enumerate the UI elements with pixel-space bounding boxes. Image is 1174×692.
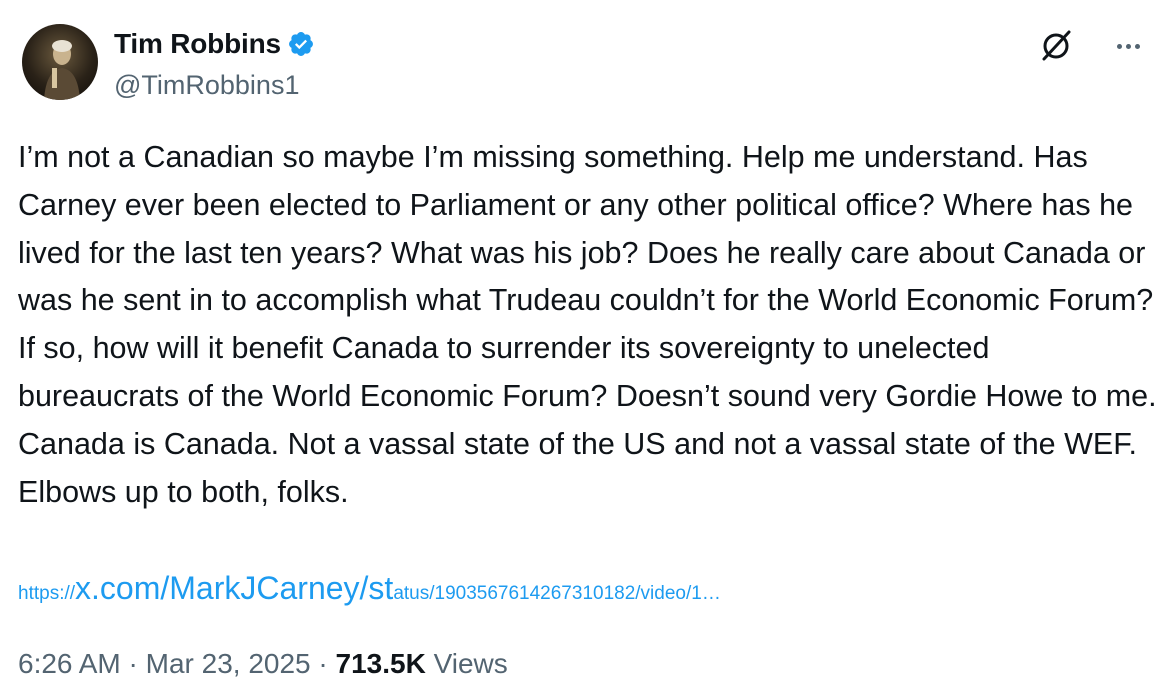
link-prefix: https://	[18, 583, 76, 604]
link-main: x.com/MarkJCarney/st	[75, 570, 394, 606]
more-dot	[1125, 43, 1131, 49]
tweet-date[interactable]: Mar 23, 2025	[146, 648, 311, 679]
verified-badge-icon	[288, 32, 313, 56]
tweet-link[interactable]: https://x.com/MarkJCarney/status/1903567…	[18, 570, 721, 607]
display-name[interactable]: Tim Robbins	[114, 28, 281, 60]
tweet-time[interactable]: 6:26 AM	[18, 648, 121, 679]
tweet: Tim Robbins @TimRobbins1 I’m not a Canad…	[0, 0, 1174, 692]
views-label: Views	[433, 648, 508, 679]
views-count[interactable]: 713.5K	[336, 648, 426, 679]
meta-separator: ·	[318, 648, 328, 679]
link-suffix: atus/1903567614267310182/video/1…	[393, 583, 721, 604]
tweet-text: I’m not a Canadian so maybe I’m missing …	[18, 140, 1157, 509]
more-options-icon[interactable]	[1108, 26, 1148, 66]
tweet-meta: 6:26 AM · Mar 23, 2025 · 713.5K Views	[18, 648, 508, 680]
more-dot	[1116, 43, 1122, 49]
grok-icon[interactable]	[1036, 26, 1076, 66]
author-handle[interactable]: @TimRobbins1	[114, 70, 299, 101]
meta-separator: ·	[128, 648, 138, 679]
profile-photo	[44, 40, 80, 100]
more-dot	[1134, 43, 1140, 49]
avatar[interactable]	[22, 24, 98, 100]
author-name-row: Tim Robbins	[114, 28, 315, 60]
